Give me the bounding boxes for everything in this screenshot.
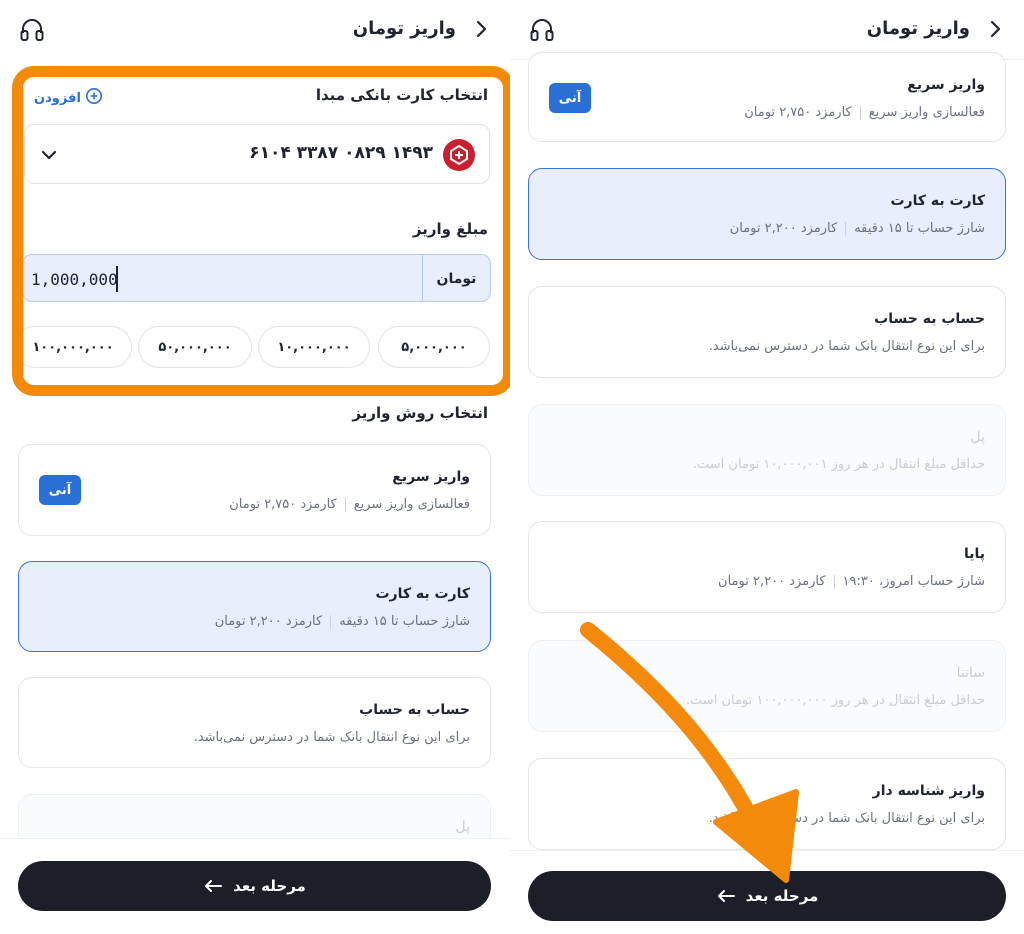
headset-icon[interactable]: [18, 16, 48, 44]
amount-preset-chip[interactable]: ۵۰,۰۰۰,۰۰۰: [138, 326, 252, 368]
next-step-button[interactable]: مرحله بعد: [18, 861, 491, 911]
method-desc-a: شارژ حساب تا ۱۵ دقیقه: [339, 614, 470, 629]
add-card-button[interactable]: افزودن: [34, 88, 103, 108]
method-desc-a: فعالسازی واریز سریع: [353, 497, 470, 512]
method-title: حساب به حساب: [874, 311, 985, 327]
amount-input[interactable]: [31, 263, 411, 295]
right-screen: واریز تومان واریز سریع فعالسازی واریز سر…: [510, 0, 1024, 934]
divider: [344, 497, 346, 512]
card-number: ۶۱۰۴ ۳۳۸۷ ۰۸۲۹ ۱۴۹۳: [249, 143, 433, 163]
method-desc-b: کارمزد ۲,۲۰۰ تومان: [718, 574, 826, 589]
method-desc-a: فعالسازی واریز سریع: [868, 105, 985, 120]
method-desc: حداقل مبلغ انتقال در هر روز ۱۰۰,۰۰۰,۰۰۰ …: [685, 693, 985, 708]
method-card-fast[interactable]: واریز سریع فعالسازی واریز سریع کارمزد ۲,۷…: [18, 444, 491, 536]
amount-field: تومان: [22, 254, 491, 302]
method-desc: برای این نوع انتقال بانک شما در دسترس نم…: [708, 339, 985, 354]
source-card-label: انتخاب کارت بانکی مبدا: [315, 86, 488, 104]
method-title: واریز سریع: [392, 469, 470, 485]
back-chevron-icon[interactable]: [986, 16, 1004, 42]
divider: [845, 221, 847, 236]
header: واریز تومان: [0, 0, 510, 60]
method-desc: شارژ حساب امروز، ۱۹:۳۰ کارمزد ۲,۲۰۰ تومان: [718, 574, 985, 589]
method-title: واریز شناسه دار: [872, 783, 985, 799]
method-title: پایا: [963, 546, 985, 562]
method-desc-b: کارمزد ۲,۷۵۰ تومان: [229, 497, 337, 512]
add-card-label: افزودن: [34, 90, 81, 106]
next-step-label: مرحله بعد: [745, 887, 819, 905]
method-desc-b: کارمزد ۲,۲۰۰ تومان: [214, 614, 323, 629]
method-card-id-deposit[interactable]: واریز شناسه دار برای این نوع انتقال بانک…: [528, 758, 1006, 850]
instant-badge: آنی: [549, 83, 591, 113]
method-desc-b: کارمزد ۲,۷۵۰ تومان: [744, 105, 852, 120]
method-desc: برای این نوع انتقال بانک شما در دسترس نم…: [708, 811, 985, 826]
next-step-label: مرحله بعد: [233, 877, 306, 895]
left-screen: واریز تومان انتخاب کارت بانکی مبدا افزود…: [0, 0, 510, 934]
back-chevron-icon[interactable]: [472, 16, 490, 42]
headset-icon[interactable]: [528, 16, 558, 44]
method-desc: حداقل مبلغ انتقال در هر روز ۱۰,۰۰۰,۰۰۱ ت…: [692, 457, 985, 472]
instant-badge: آنی: [39, 475, 81, 505]
arrow-left-icon: [716, 888, 736, 904]
page-title: واریز تومان: [866, 18, 970, 39]
method-desc-a: شارژ حساب تا ۱۵ دقیقه: [854, 221, 985, 236]
method-card-paya[interactable]: پایا شارژ حساب امروز، ۱۹:۳۰ کارمزد ۲,۲۰۰ …: [528, 521, 1006, 613]
next-step-button[interactable]: مرحله بعد: [528, 871, 1006, 921]
method-desc: برای این نوع انتقال بانک شما در دسترس نم…: [193, 730, 470, 745]
header: واریز تومان: [510, 0, 1024, 60]
plus-circle-icon: [85, 87, 103, 109]
divider: [833, 574, 835, 589]
source-card-select[interactable]: ۶۱۰۴ ۳۳۸۷ ۰۸۲۹ ۱۴۹۳: [24, 124, 490, 184]
divider: [330, 614, 332, 629]
divider: [859, 105, 861, 120]
method-card-card-to-card[interactable]: کارت به کارت شارژ حساب تا ۱۵ دقیقه کارمزد…: [18, 561, 491, 652]
method-desc-b: کارمزد ۲,۲۰۰ تومان: [729, 221, 838, 236]
chevron-down-icon: [39, 145, 59, 165]
arrow-left-icon: [203, 878, 223, 894]
method-card-fast[interactable]: واریز سریع فعالسازی واریز سریع کارمزد ۲,۷…: [528, 52, 1006, 142]
amount-preset-chip[interactable]: ۱۰,۰۰۰,۰۰۰: [258, 326, 370, 368]
methods-label: انتخاب روش واریز: [352, 404, 488, 422]
method-title: حساب به حساب: [359, 702, 470, 718]
method-desc: شارژ حساب تا ۱۵ دقیقه کارمزد ۲,۲۰۰ تومان: [215, 614, 470, 629]
amount-preset-chip[interactable]: ۵,۰۰۰,۰۰۰: [378, 326, 490, 368]
method-title: کارت به کارت: [375, 586, 470, 602]
method-title: پل: [970, 429, 986, 445]
method-desc: شارژ حساب تا ۱۵ دقیقه کارمزد ۲,۲۰۰ تومان: [730, 221, 985, 236]
method-desc: فعالسازی واریز سریع کارمزد ۲,۷۵۰ تومان: [229, 497, 470, 512]
method-title: پل: [455, 819, 471, 835]
bottom-bar: مرحله بعد: [510, 850, 1024, 934]
amount-preset-chip[interactable]: ۱۰۰,۰۰۰,۰۰۰: [14, 326, 132, 368]
method-card-pol: پل حداقل مبلغ انتقال در هر روز ۱۰,۰۰۰,۰۰…: [528, 404, 1006, 496]
amount-unit: تومان: [422, 255, 490, 301]
bank-logo-icon: [443, 139, 475, 171]
amount-label: مبلغ واریز: [412, 220, 488, 238]
method-card-satna: ساتنا حداقل مبلغ انتقال در هر روز ۱۰۰,۰۰…: [528, 640, 1006, 732]
method-desc: فعالسازی واریز سریع کارمزد ۲,۷۵۰ تومان: [744, 105, 985, 120]
method-desc-a: شارژ حساب امروز، ۱۹:۳۰: [842, 574, 985, 589]
method-title: ساتنا: [956, 665, 985, 681]
method-card-account-to-account[interactable]: حساب به حساب برای این نوع انتقال بانک شم…: [18, 677, 491, 768]
text-caret: [116, 266, 118, 292]
method-card-card-to-card[interactable]: کارت به کارت شارژ حساب تا ۱۵ دقیقه کارمزد…: [528, 168, 1006, 260]
bottom-bar: مرحله بعد: [0, 838, 510, 934]
method-title: کارت به کارت: [890, 193, 985, 209]
method-card-account-to-account[interactable]: حساب به حساب برای این نوع انتقال بانک شم…: [528, 286, 1006, 378]
method-title: واریز سریع: [907, 77, 985, 93]
page-title: واریز تومان: [352, 18, 456, 39]
